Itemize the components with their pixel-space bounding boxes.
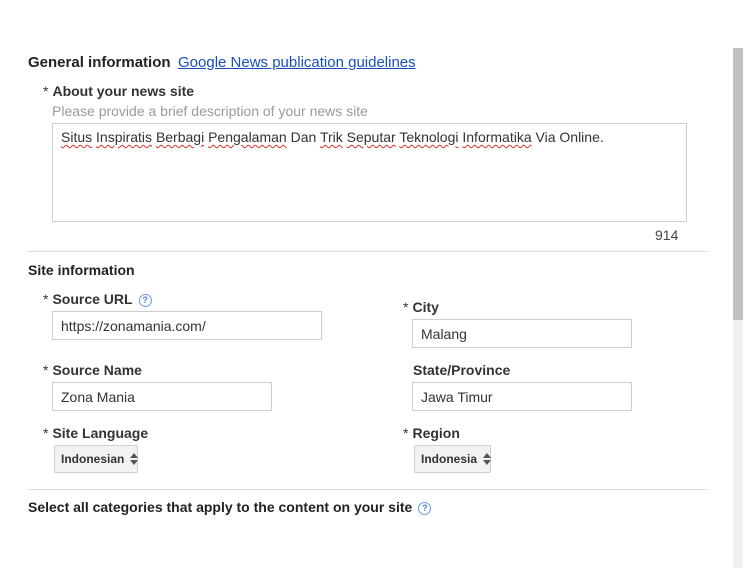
language-select[interactable]: Indonesian: [54, 445, 139, 473]
source-name-input[interactable]: Zona Mania: [52, 382, 272, 411]
region-selected: Indonesia: [421, 452, 478, 466]
required-marker: *: [43, 425, 49, 441]
source-name-label-text: Source Name: [52, 362, 142, 378]
about-hint: Please provide a brief description of yo…: [52, 103, 368, 119]
help-circle-icon[interactable]: ?: [418, 501, 432, 515]
categories-title: Select all categories that apply to the …: [28, 499, 432, 515]
about-word: Seputar: [346, 129, 396, 145]
about-word: Trik: [319, 129, 343, 145]
language-selected: Indonesian: [61, 452, 125, 466]
state-label: State/Province: [413, 362, 511, 378]
site-info-title: Site information: [28, 262, 135, 278]
character-counter: 914: [655, 227, 679, 243]
about-word: Pengalaman: [208, 129, 287, 145]
help-circle-icon[interactable]: ?: [138, 293, 152, 307]
about-word: Berbagi: [155, 129, 205, 145]
about-word: Informatika: [462, 129, 532, 145]
required-marker: *: [43, 83, 49, 99]
source-name-value: Zona Mania: [61, 388, 135, 405]
about-word: Online.: [559, 129, 604, 145]
source-name-label: * Source Name: [43, 362, 142, 378]
about-textarea[interactable]: Situs Inspiratis Berbagi Pengalaman Dan …: [52, 123, 687, 222]
required-marker: *: [43, 362, 49, 378]
source-url-label: * Source URL?: [43, 291, 152, 307]
state-value: Jawa Timur: [421, 388, 493, 405]
guidelines-link[interactable]: Google News publication guidelines: [178, 54, 416, 71]
about-word: Teknologi: [399, 129, 459, 145]
source-url-value: https://zonamania.com/: [61, 317, 206, 334]
categories-title-text: Select all categories that apply to the …: [28, 499, 413, 515]
required-marker: *: [403, 299, 409, 315]
scrollbar-thumb[interactable]: [733, 48, 743, 320]
about-label: * About your news site: [43, 83, 194, 99]
section-divider: [28, 489, 707, 490]
up-down-arrows-icon: [483, 453, 492, 465]
about-word: Via: [535, 129, 556, 145]
city-label: * City: [403, 299, 439, 315]
up-down-arrows-icon: [130, 453, 139, 465]
section-divider: [28, 251, 707, 252]
language-label: * Site Language: [43, 425, 148, 441]
about-label-text: About your news site: [52, 83, 195, 99]
state-input[interactable]: Jawa Timur: [412, 382, 632, 411]
region-label: * Region: [403, 425, 460, 441]
city-input[interactable]: Malang: [412, 319, 632, 348]
about-word: Dan: [290, 129, 317, 145]
region-select[interactable]: Indonesia: [414, 445, 492, 473]
source-url-input[interactable]: https://zonamania.com/: [52, 311, 322, 340]
source-url-label-text: Source URL: [52, 291, 133, 307]
required-marker: *: [43, 291, 49, 307]
publisher-form: General information Google News publicat…: [0, 0, 753, 568]
about-word: Situs: [61, 129, 93, 145]
required-marker: *: [403, 425, 409, 441]
region-label-text: Region: [412, 425, 460, 441]
city-label-text: City: [412, 299, 439, 315]
language-label-text: Site Language: [52, 425, 149, 441]
general-info-title: General information: [28, 54, 171, 71]
about-word: Inspiratis: [96, 129, 153, 145]
city-value: Malang: [421, 325, 467, 342]
